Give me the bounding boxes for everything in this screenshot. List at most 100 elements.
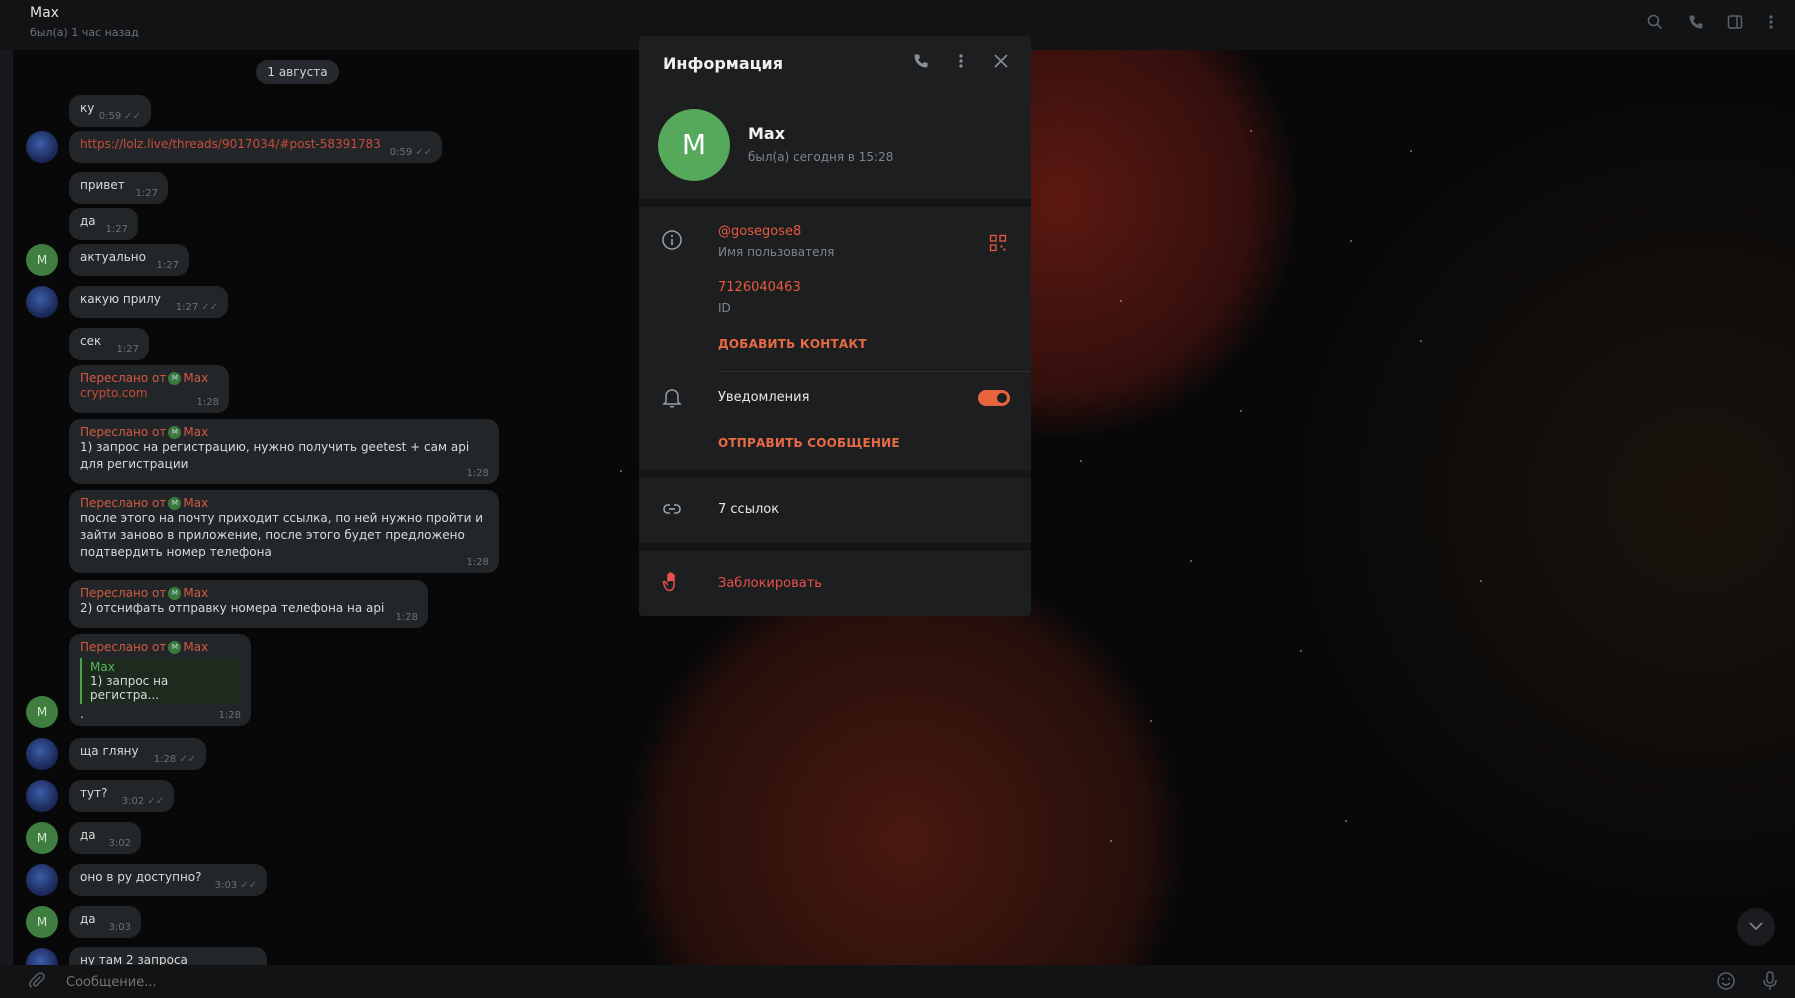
forwarded-message[interactable]: Переслано от M Max 1) запрос на регистраци… <box>69 419 499 484</box>
mini-avatar: M <box>168 497 182 510</box>
profile-last-seen: был(а) сегодня в 15:28 <box>748 150 894 164</box>
message-bubble[interactable]: сек 1:27 <box>69 328 149 360</box>
message-time: 1:27 <box>116 344 139 355</box>
profile-name: Max <box>748 124 786 143</box>
sidebar-toggle-icon[interactable] <box>1725 14 1745 34</box>
forwarded-from[interactable]: Max <box>183 496 208 510</box>
scroll-down-button[interactable] <box>1737 908 1775 946</box>
forwarded-from[interactable]: Max <box>183 425 208 439</box>
message-text: 1) запрос на регистрацию, нужно получить… <box>80 440 470 471</box>
message-time: 1:28 <box>466 557 489 568</box>
bell-icon <box>661 387 683 409</box>
close-icon[interactable] <box>989 52 1013 76</box>
emoji-icon[interactable] <box>1716 971 1736 995</box>
qr-code-icon[interactable] <box>989 234 1007 252</box>
message-time: 0:59 <box>98 111 122 122</box>
avatar[interactable] <box>26 864 58 896</box>
notifications-toggle[interactable] <box>978 390 1010 406</box>
message-time: 3:03 <box>214 880 238 891</box>
avatar[interactable]: M <box>26 906 58 938</box>
message-link[interactable]: https://lolz.live/threads/9017034/#post-… <box>80 137 381 151</box>
message-bubble[interactable]: какую прилу 1:27 ✓✓ <box>69 286 228 318</box>
attach-icon[interactable] <box>28 971 46 993</box>
message-text: какую прилу <box>80 292 161 306</box>
profile-avatar[interactable]: M <box>658 109 730 181</box>
read-check-icon: ✓✓ <box>201 302 218 313</box>
forwarded-message[interactable]: Переслано от M Max после этого на почту пр… <box>69 490 499 573</box>
forwarded-label: Переслано от <box>80 371 167 385</box>
avatar[interactable] <box>26 948 58 965</box>
avatar[interactable] <box>26 286 58 318</box>
message-text: привет <box>80 178 125 192</box>
avatar[interactable]: M <box>26 244 58 276</box>
chat-title[interactable]: Max <box>30 5 59 21</box>
message-time: 1:27 <box>156 260 179 271</box>
message-bubble[interactable]: да 3:02 <box>69 822 141 854</box>
forwarded-label: Переслано от <box>80 640 167 654</box>
message-bubble[interactable]: актуально 1:27 <box>69 244 189 276</box>
message-time: 3:02 <box>108 838 131 849</box>
message-time: 1:28 <box>196 397 219 408</box>
forwarded-message[interactable]: Переслано от M Max 2) отснифать отправку н… <box>69 580 428 628</box>
username-value[interactable]: @gosegose8 <box>718 224 801 239</box>
user-id-value[interactable]: 7126040463 <box>718 280 801 295</box>
chat-status: был(а) 1 час назад <box>30 26 139 39</box>
send-message-button[interactable]: ОТПРАВИТЬ СООБЩЕНИЕ <box>718 436 900 450</box>
message-text: 2) отснифать отправку номера телефона на… <box>80 601 385 615</box>
microphone-icon[interactable] <box>1762 971 1778 995</box>
message-time: 1:27 <box>135 188 158 199</box>
avatar[interactable]: M <box>26 822 58 854</box>
panel-title: Информация <box>663 54 783 73</box>
more-options-icon[interactable] <box>949 52 973 76</box>
add-contact-button[interactable]: ДОБАВИТЬ КОНТАКТ <box>718 337 867 351</box>
section-divider <box>639 199 1031 207</box>
message-text: сек <box>80 334 102 348</box>
message-bubble[interactable]: https://lolz.live/threads/9017034/#post-… <box>69 131 442 163</box>
avatar[interactable] <box>26 738 58 770</box>
date-separator: 1 августа <box>256 60 339 84</box>
message-list[interactable]: 1 августа ку 0:59 ✓✓ https://lolz.live/th… <box>13 50 653 965</box>
message-bubble[interactable]: да 3:03 <box>69 906 141 938</box>
phone-icon[interactable] <box>909 52 933 76</box>
forwarded-message[interactable]: Переслано от M Max crypto.com 1:28 <box>69 365 229 413</box>
forwarded-from[interactable]: Max <box>183 586 208 600</box>
link-icon <box>661 498 683 520</box>
block-user-button[interactable]: Заблокировать <box>718 576 822 591</box>
message-time: 1:28 <box>153 754 177 765</box>
message-text: да <box>80 828 96 842</box>
mini-avatar: M <box>168 641 182 654</box>
message-bubble[interactable]: тут? 3:02 ✓✓ <box>69 780 174 812</box>
read-check-icon: ✓✓ <box>240 880 257 891</box>
reply-author: Max <box>90 660 115 674</box>
message-text: актуально <box>80 250 146 264</box>
message-time: 3:03 <box>108 922 131 933</box>
message-bubble[interactable]: да 1:27 <box>69 208 138 240</box>
info-panel: Информация M Max был(а) сегодня в 15:28 … <box>639 36 1031 616</box>
message-time: 1:27 <box>105 224 128 235</box>
menu-dots-icon[interactable] <box>1761 14 1781 34</box>
message-bubble[interactable]: привет 1:27 <box>69 172 168 204</box>
reply-quote[interactable]: Max 1) запрос на регистра... <box>80 658 240 704</box>
message-bubble[interactable]: оно в ру доступно? 3:03 ✓✓ <box>69 864 267 896</box>
search-icon[interactable] <box>1645 14 1665 34</box>
read-check-icon: ✓✓ <box>124 111 141 122</box>
section-divider <box>639 470 1031 478</box>
message-bubble[interactable]: ку 0:59 ✓✓ <box>69 95 151 127</box>
hand-stop-icon <box>661 571 683 593</box>
forwarded-message[interactable]: Переслано от M Max Max 1) запрос на регист… <box>69 634 251 726</box>
avatar[interactable]: M <box>26 696 58 728</box>
message-input[interactable] <box>64 974 1368 991</box>
message-bubble[interactable]: ну там 2 запроса <box>69 947 267 965</box>
mini-avatar: M <box>168 372 182 385</box>
message-bubble[interactable]: ща гляну 1:28 ✓✓ <box>69 738 206 770</box>
forwarded-from[interactable]: Max <box>183 371 208 385</box>
phone-icon[interactable] <box>1686 14 1706 34</box>
forwarded-from[interactable]: Max <box>183 640 208 654</box>
chevron-down-icon <box>1748 919 1764 935</box>
message-time: 3:02 <box>121 796 145 807</box>
avatar[interactable] <box>26 131 58 163</box>
message-text: оно в ру доступно? <box>80 870 202 884</box>
message-text: ну там 2 запроса <box>80 953 188 965</box>
shared-links-item[interactable]: 7 ссылок <box>718 502 779 517</box>
avatar[interactable] <box>26 780 58 812</box>
